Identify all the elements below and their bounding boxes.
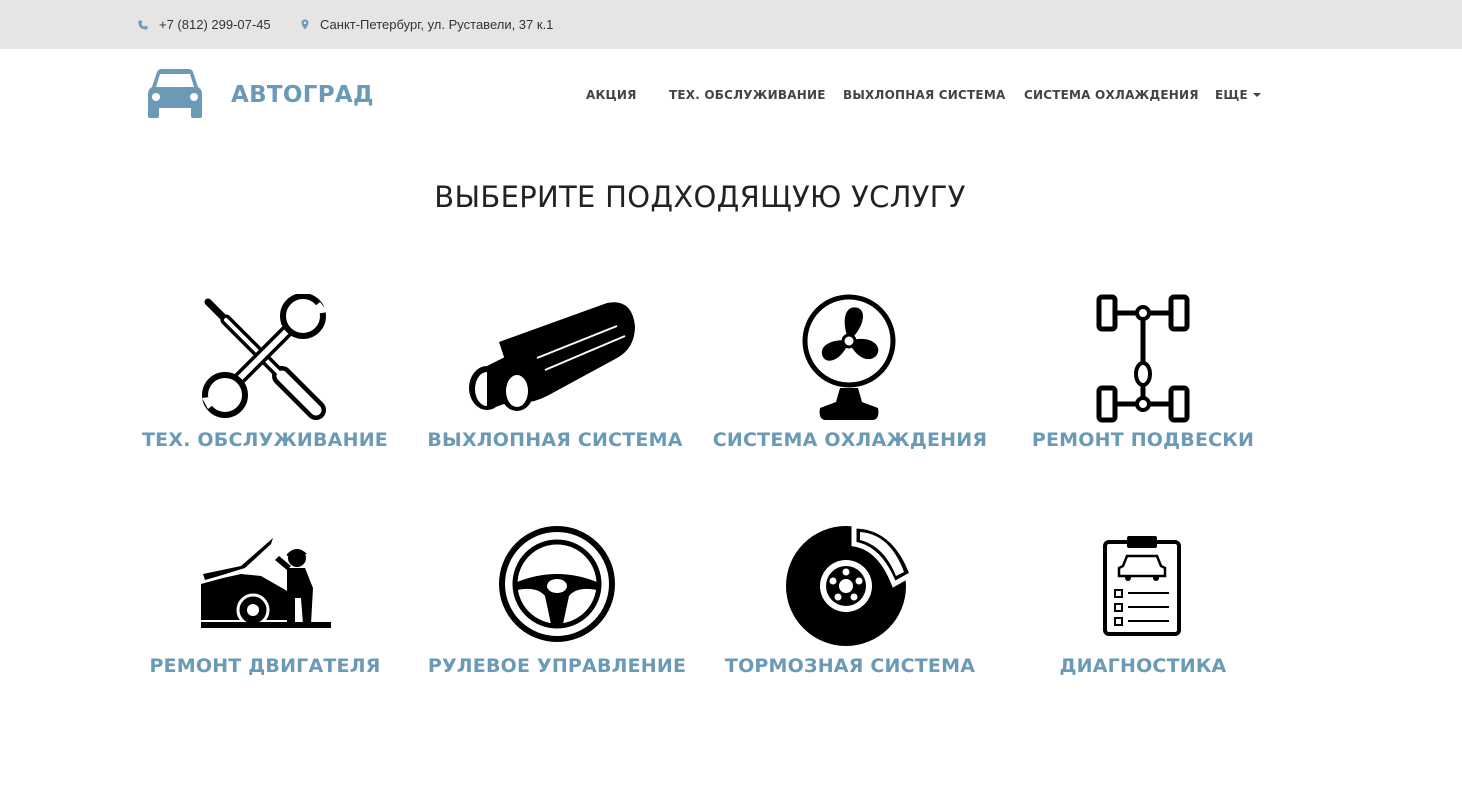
service-label: СИСТЕМА ОХЛАЖДЕНИЯ <box>712 429 988 451</box>
address-text: Санкт-Петербург, ул. Руставели, 37 к.1 <box>320 17 554 32</box>
suspension-chassis-icon <box>1096 294 1190 423</box>
service-card-engine[interactable]: РЕМОНТ ДВИГАТЕЛЯ <box>115 516 415 686</box>
service-card-maintenance[interactable]: ТЕХ. ОБСЛУЖИВАНИЕ <box>115 290 415 460</box>
service-label: РЕМОНТ ПОДВЕСКИ <box>1031 429 1255 451</box>
brand-name[interactable]: АВТОГРАД <box>231 82 374 108</box>
nav-more-label: ЕЩЕ <box>1215 88 1248 102</box>
brake-disc-icon <box>786 523 916 646</box>
service-card-cooling[interactable]: СИСТЕМА ОХЛАЖДЕНИЯ <box>700 290 1000 460</box>
service-label: ВЫХЛОПНАЯ СИСТЕМА <box>427 429 683 451</box>
service-label: РУЛЕВОЕ УПРАВЛЕНИЕ <box>427 655 687 677</box>
phone-number: +7 (812) 299-07-45 <box>159 17 271 32</box>
service-label: РЕМОНТ ДВИГАТЕЛЯ <box>149 655 381 677</box>
phone-contact[interactable]: +7 (812) 299-07-45 <box>138 0 271 49</box>
service-label: ДИАГНОСТИКА <box>1059 655 1227 677</box>
service-card-brakes[interactable]: ТОРМОЗНАЯ СИСТЕМА <box>700 516 1000 686</box>
fan-icon <box>802 294 896 420</box>
nav-item-promo[interactable]: АКЦИЯ <box>586 88 637 102</box>
mechanic-car-icon <box>201 538 331 628</box>
service-card-exhaust[interactable]: ВЫХЛОПНАЯ СИСТЕМА <box>405 290 705 460</box>
location-pin-icon <box>301 19 309 30</box>
nav-item-more[interactable]: ЕЩЕ <box>1215 88 1261 102</box>
nav-item-exhaust[interactable]: ВЫХЛОПНАЯ СИСТЕМА <box>843 88 1005 102</box>
diagnostics-clipboard-icon <box>1103 536 1181 636</box>
steering-wheel-icon <box>499 526 615 642</box>
top-bar: +7 (812) 299-07-45 Санкт-Петербург, ул. … <box>0 0 1462 49</box>
phone-icon <box>138 20 148 29</box>
page-title: ВЫБЕРИТЕ ПОДХОДЯЩУЮ УСЛУГУ <box>434 180 966 214</box>
wrench-screwdriver-icon <box>202 294 328 420</box>
service-card-diagnostics[interactable]: ДИАГНОСТИКА <box>993 516 1293 686</box>
service-label: ТОРМОЗНАЯ СИСТЕМА <box>724 655 976 677</box>
nav-item-maintenance[interactable]: ТЕХ. ОБСЛУЖИВАНИЕ <box>669 88 826 102</box>
nav-item-cooling[interactable]: СИСТЕМА ОХЛАЖДЕНИЯ <box>1024 88 1199 102</box>
exhaust-muffler-icon <box>469 302 635 411</box>
service-card-suspension[interactable]: РЕМОНТ ПОДВЕСКИ <box>993 290 1293 460</box>
address-contact: Санкт-Петербург, ул. Руставели, 37 к.1 <box>301 0 553 49</box>
service-label: ТЕХ. ОБСЛУЖИВАНИЕ <box>142 429 388 451</box>
service-card-steering[interactable]: РУЛЕВОЕ УПРАВЛЕНИЕ <box>407 516 707 686</box>
car-logo-icon[interactable] <box>145 68 205 120</box>
caret-down-icon <box>1252 92 1261 97</box>
